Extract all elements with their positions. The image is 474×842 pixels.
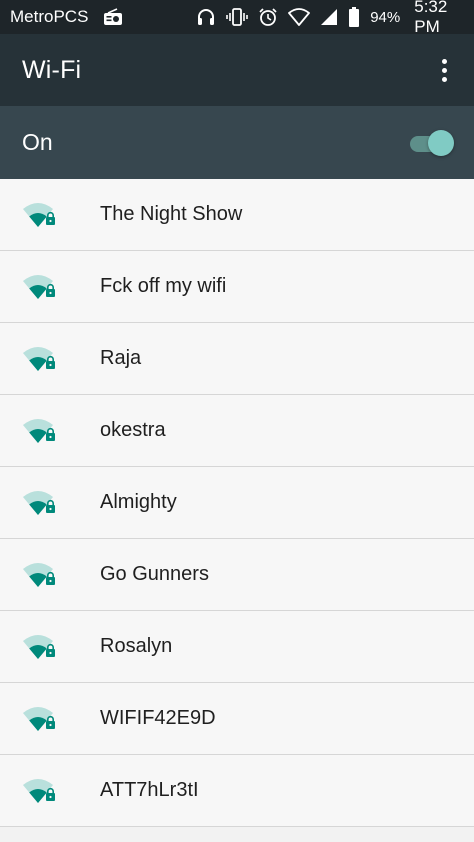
network-list-item[interactable]: Rosalyn [0,611,474,683]
page-title: Wi-Fi [22,55,82,84]
alarm-icon [258,7,278,27]
wifi-secured-icon [23,202,55,227]
wifi-toggle-switch[interactable] [408,129,454,156]
more-vert-icon[interactable] [432,50,456,90]
network-list-item[interactable]: Go Gunners [0,539,474,611]
status-bar: MetroPCS 94% 5:32 PM [0,0,474,37]
wifi-secured-icon [23,346,55,371]
wifi-status-icon [288,8,311,26]
headset-icon [196,7,216,27]
clock: 5:32 PM [414,0,448,36]
network-list-item[interactable]: The Night Show [0,179,474,251]
network-list-item[interactable]: Fck off my wifi [0,251,474,323]
wifi-secured-icon [23,706,55,731]
battery-icon [348,7,360,27]
cell-signal-icon [320,8,338,26]
network-list-item[interactable]: WIFIF42E9D [0,683,474,755]
overflow-dot [441,67,447,73]
network-name: Raja [100,347,142,369]
switch-label: On [22,129,53,155]
network-name: Go Gunners [100,563,209,585]
network-list-item[interactable]: okestra [0,395,474,467]
network-name: Almighty [100,491,177,513]
status-left: MetroPCS [10,7,103,27]
wifi-secured-icon [23,562,55,587]
network-list: The Night Show Fck off my wifi Raja okes… [0,179,474,827]
carrier-name: MetroPCS [10,7,89,26]
network-name: Rosalyn [100,635,173,657]
overflow-dot [441,58,447,64]
network-name: ATT7hLr3tI [100,779,199,801]
radio-icon [103,8,123,26]
app-bar: Wi-Fi [0,34,474,106]
network-name: The Night Show [100,203,243,225]
network-list-item[interactable]: Almighty [0,467,474,539]
wifi-secured-icon [23,418,55,443]
network-name: WIFIF42E9D [100,707,216,729]
wifi-secured-icon [23,778,55,803]
wifi-secured-icon [23,490,55,515]
network-list-item[interactable]: ATT7hLr3tI [0,755,474,827]
battery-percent: 94% [370,8,401,26]
vibrate-icon [226,7,249,27]
wifi-secured-icon [23,274,55,299]
wifi-secured-icon [23,634,55,659]
overflow-dot [441,76,447,82]
wifi-master-switch-bar[interactable]: On [0,106,474,179]
toggle-thumb [428,129,454,156]
network-list-item[interactable]: Raja [0,323,474,395]
network-name: okestra [100,419,166,441]
network-name: Fck off my wifi [100,275,227,297]
status-icons: 94% 5:32 PM [103,0,464,37]
